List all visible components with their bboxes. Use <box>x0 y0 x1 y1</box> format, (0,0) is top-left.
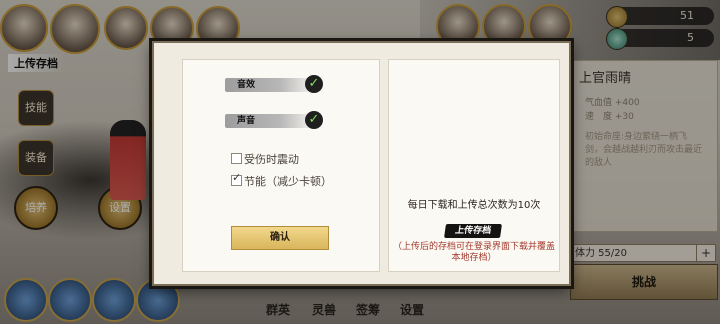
settings-panel: 音效 ✓ 声音 ✓ 受伤时震动 节能（减少卡顿） 确认 <box>182 59 380 272</box>
power-saving-checkbox[interactable]: 节能（减少卡顿） <box>231 171 332 189</box>
daily-limit-text: 每日下载和上传总次数为10次 <box>407 200 541 211</box>
settings-dialog: 音效 ✓ 声音 ✓ 受伤时震动 节能（减少卡顿） 确认 每日下载和上传总次数为1… <box>152 41 571 286</box>
toggle-label: 音效 <box>237 80 256 90</box>
check-icon[interactable]: ✓ <box>305 111 323 129</box>
confirm-button[interactable]: 确认 <box>231 226 329 250</box>
checkbox-icon[interactable] <box>231 171 242 186</box>
upload-save-button[interactable]: 上传存档 <box>444 224 502 238</box>
check-icon[interactable]: ✓ <box>305 75 323 93</box>
cloud-save-panel: 每日下载和上传总次数为10次 上传存档 （上传后的存档可在登录界面下载并覆盖本地… <box>388 59 560 272</box>
checkbox-icon[interactable] <box>231 153 242 164</box>
checkbox-label: 节能（减少卡顿） <box>244 175 332 188</box>
toggle-label: 声音 <box>237 116 256 126</box>
vibration-checkbox[interactable]: 受伤时震动 <box>231 151 299 167</box>
sound-effects-toggle[interactable]: 音效 ✓ <box>225 75 325 93</box>
upload-note: （上传后的存档可在登录界面下载并覆盖本地存档） <box>393 242 556 263</box>
voice-toggle[interactable]: 声音 ✓ <box>225 111 325 129</box>
checkbox-label: 受伤时震动 <box>244 153 299 166</box>
